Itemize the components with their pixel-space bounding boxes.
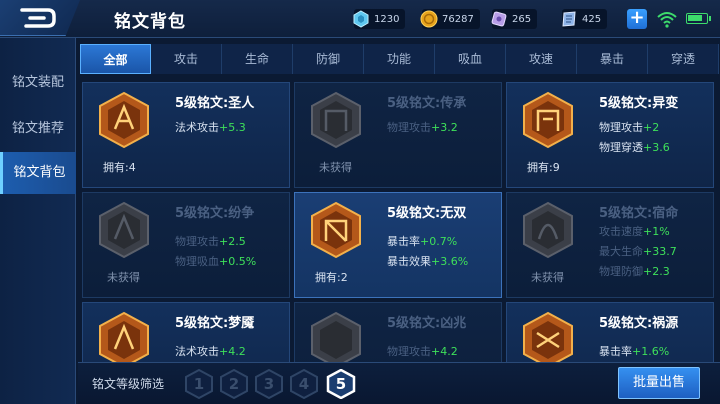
rune-fragment-icon: [562, 11, 576, 27]
level-filter-3[interactable]: 3: [254, 368, 284, 400]
rune-icon: [99, 311, 149, 362]
tab-penetration[interactable]: 穿透: [648, 44, 719, 74]
rune-stat: 物理防御+2.3: [599, 265, 670, 278]
rune-name: 5级铭文:无双: [387, 206, 467, 221]
rune-icon: [99, 91, 149, 149]
wifi-icon: [657, 12, 677, 28]
owned-count: 拥有:4: [103, 161, 136, 174]
crystal-icon: [353, 10, 369, 28]
rune-icon-locked: [311, 91, 361, 149]
rune-stat: 暴击率+1.6%: [599, 345, 670, 358]
owned-count: 拥有:9: [527, 161, 560, 174]
sidebar: 铭文装配 铭文推荐 铭文背包: [0, 38, 76, 404]
rune-stat: 暴击效果+3.6%: [387, 255, 469, 268]
back-button[interactable]: [0, 0, 80, 36]
rune-stat: 物理吸血+0.5%: [175, 255, 257, 268]
bottom-bar: 铭文等级筛选 1 2 3 4 5 批量出售: [78, 362, 720, 404]
rune-card[interactable]: 5级铭文:凶兆 物理攻击+4.2: [294, 302, 502, 362]
rune-name: 5级铭文:梦魇: [175, 316, 255, 331]
gem-counter: 265: [491, 9, 538, 29]
rune-name: 5级铭文:祸源: [599, 316, 679, 331]
rune-name: 5级铭文:宿命: [599, 206, 679, 221]
rune-stat: 物理攻击+2: [599, 121, 660, 134]
rune-name: 5级铭文:纷争: [175, 206, 255, 221]
tab-health[interactable]: 生命: [222, 44, 293, 74]
tab-all[interactable]: 全部: [80, 44, 151, 74]
rune-card[interactable]: 5级铭文:纷争 物理攻击+2.5 物理吸血+0.5% 未获得: [82, 192, 290, 298]
tab-utility[interactable]: 功能: [364, 44, 435, 74]
add-currency-button[interactable]: +: [627, 9, 647, 29]
rune-stat: 暴击率+0.7%: [387, 235, 458, 248]
rune-icon: [311, 201, 361, 259]
rune-card[interactable]: 5级铭文:梦魇 法术攻击+4.2: [82, 302, 290, 362]
sidebar-item-rune-setup[interactable]: 铭文装配: [0, 62, 76, 104]
rune-stat: 物理攻击+4.2: [387, 345, 458, 358]
rune-name: 5级铭文:圣人: [175, 96, 255, 111]
level-filter-5[interactable]: 5: [326, 368, 356, 400]
tab-defense[interactable]: 防御: [293, 44, 364, 74]
rune-stat: 法术攻击+4.2: [175, 345, 246, 358]
rune-stat: 法术攻击+5.3: [175, 121, 246, 134]
level-filter-4[interactable]: 4: [289, 368, 319, 400]
rune-card[interactable]: 5级铭文:圣人 法术攻击+5.3 拥有:4: [82, 82, 290, 188]
rune-icon: [523, 311, 573, 362]
batch-sell-button[interactable]: 批量出售: [618, 367, 700, 399]
crystal-counter: 1230: [353, 9, 406, 29]
rune-card[interactable]: 5级铭文:传承 物理攻击+3.2 未获得: [294, 82, 502, 188]
rune-stat: 攻击速度+1%: [599, 225, 670, 238]
battery-icon: [686, 13, 711, 24]
category-tabs: 全部 攻击 生命 防御 功能 吸血 攻速 暴击 穿透: [80, 44, 720, 74]
page-title: 铭文背包: [114, 12, 186, 32]
level-filter-1[interactable]: 1: [184, 368, 214, 400]
tab-lifesteal[interactable]: 吸血: [435, 44, 506, 74]
sidebar-item-rune-recommend[interactable]: 铭文推荐: [0, 108, 76, 150]
rune-icon-locked: [523, 201, 573, 259]
gold-value: 76287: [442, 13, 474, 25]
not-obtained-label: 未获得: [531, 271, 564, 284]
rune-name: 5级铭文:异变: [599, 96, 679, 111]
sidebar-item-rune-bag[interactable]: 铭文背包: [0, 152, 76, 194]
level-filter-label: 铭文等级筛选: [92, 377, 165, 391]
rune-fragment-counter: 425: [562, 9, 608, 29]
not-obtained-label: 未获得: [107, 271, 140, 284]
crystal-value: 1230: [374, 13, 400, 25]
rune-card-selected[interactable]: 5级铭文:无双 暴击率+0.7% 暴击效果+3.6% 拥有:2: [294, 192, 502, 298]
owned-count: 拥有:2: [315, 271, 348, 284]
tab-attack-speed[interactable]: 攻速: [506, 44, 577, 74]
rune-icon-locked: [99, 201, 149, 259]
rune-stat: 最大生命+33.7: [599, 245, 677, 258]
rune-card[interactable]: 5级铭文:宿命 攻击速度+1% 最大生命+33.7 物理防御+2.3 未获得: [506, 192, 714, 298]
gold-counter: 76287: [420, 9, 480, 29]
gem-icon: [491, 11, 507, 27]
rune-stat: 物理攻击+2.5: [175, 235, 246, 248]
level-filter-2[interactable]: 2: [219, 368, 249, 400]
rune-stat: 物理穿透+3.6: [599, 141, 670, 154]
rune-name: 5级铭文:凶兆: [387, 316, 467, 331]
rune-icon-locked: [311, 311, 361, 362]
rune-name: 5级铭文:传承: [387, 96, 467, 111]
tab-critical[interactable]: 暴击: [577, 44, 648, 74]
back-arrow-icon: [20, 8, 56, 28]
rune-card[interactable]: 5级铭文:祸源 暴击率+1.6%: [506, 302, 714, 362]
gem-value: 265: [512, 13, 532, 25]
not-obtained-label: 未获得: [319, 161, 352, 174]
rune-card[interactable]: 5级铭文:异变 物理攻击+2 物理穿透+3.6 拥有:9: [506, 82, 714, 188]
rune-icon: [523, 91, 573, 149]
rune-grid: 5级铭文:圣人 法术攻击+5.3 拥有:4 5级铭文:传承 物理攻击+3.2 未…: [82, 82, 718, 362]
rune-stat: 物理攻击+3.2: [387, 121, 458, 134]
tab-attack[interactable]: 攻击: [151, 44, 222, 74]
gold-coin-icon: [420, 10, 438, 28]
top-bar: 铭文背包 1230 76287 265 425 +: [0, 0, 720, 38]
rune-fragment-value: 425: [582, 13, 602, 25]
